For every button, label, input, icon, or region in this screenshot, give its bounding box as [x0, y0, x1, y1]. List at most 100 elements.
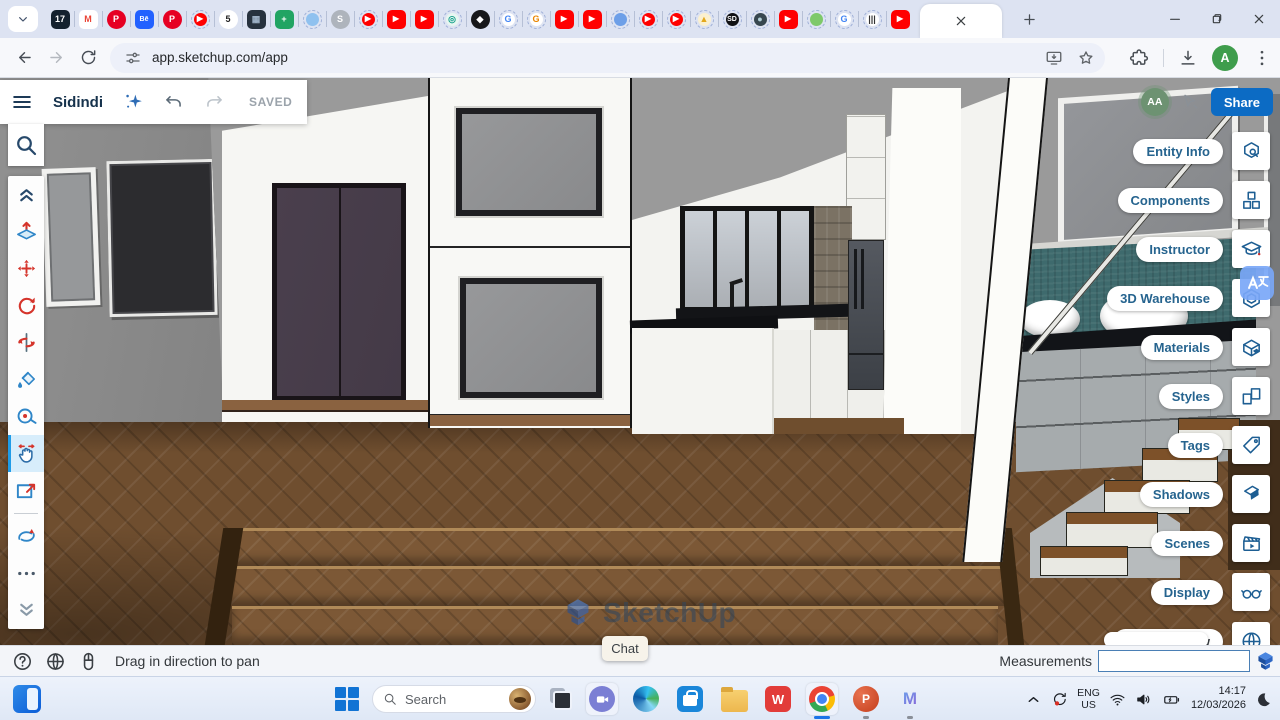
language-indicator[interactable]: ENG US: [1077, 687, 1100, 711]
collapse-toolbar[interactable]: [8, 176, 44, 213]
pinned-tab-tv17[interactable]: 17: [46, 0, 74, 38]
pinned-tab-earth[interactable]: [298, 0, 326, 38]
wifi-icon[interactable]: [1109, 691, 1126, 708]
panel-button-shadows[interactable]: [1232, 475, 1270, 513]
taskbar-m-app[interactable]: M: [894, 683, 926, 715]
panel-button-upgrade[interactable]: [1232, 622, 1270, 645]
taskbar-wps[interactable]: W: [762, 683, 794, 715]
panel-button-components[interactable]: [1232, 181, 1270, 219]
panel-button-styles[interactable]: [1232, 377, 1270, 415]
model-title[interactable]: Sidindi: [53, 94, 103, 111]
pinned-tab-bars-app[interactable]: |||: [858, 0, 886, 38]
chat-button[interactable]: Chat: [602, 636, 648, 661]
pinned-tab-black-app[interactable]: ◆: [466, 0, 494, 38]
move-tool[interactable]: [8, 250, 44, 287]
pinned-tab-youtube[interactable]: ▶: [550, 0, 578, 38]
menu-hamburger-icon[interactable]: [11, 91, 33, 113]
browser-profile-avatar[interactable]: A: [1212, 45, 1238, 71]
taskbar-chat-app[interactable]: [586, 683, 618, 715]
panel-button-materials[interactable]: [1232, 328, 1270, 366]
translate-extension-icon[interactable]: [1240, 266, 1274, 300]
maximize-button[interactable]: [1196, 0, 1238, 38]
pinned-tab-google[interactable]: G: [522, 0, 550, 38]
share-button[interactable]: Share: [1211, 88, 1273, 116]
taskbar-file-explorer[interactable]: [718, 683, 750, 715]
panel-button-display[interactable]: [1232, 573, 1270, 611]
minimize-button[interactable]: [1154, 0, 1196, 38]
pinned-tab-youtube[interactable]: ▶: [410, 0, 438, 38]
active-tab-sketchup[interactable]: [920, 4, 1002, 38]
pinned-tab-youtube[interactable]: ▶: [774, 0, 802, 38]
pinned-tab-sheets[interactable]: +: [270, 0, 298, 38]
search-tool-button[interactable]: [8, 124, 44, 166]
pinned-tab-sphere[interactable]: [606, 0, 634, 38]
tab-search-button[interactable]: [8, 6, 38, 32]
task-view-button[interactable]: [548, 686, 574, 712]
downloads-icon[interactable]: [1178, 48, 1198, 68]
taskbar-powerpoint[interactable]: P: [850, 683, 882, 715]
pinned-tab-youtube[interactable]: ▶: [578, 0, 606, 38]
zoom-window-tool[interactable]: [8, 472, 44, 509]
clock[interactable]: 14:17 12/03/2026: [1191, 685, 1246, 713]
close-window-button[interactable]: [1238, 0, 1280, 38]
flip-tool[interactable]: [8, 324, 44, 361]
push-pull-tool[interactable]: [8, 213, 44, 250]
start-button[interactable]: [334, 686, 360, 712]
pinned-tab-google[interactable]: G: [830, 0, 858, 38]
ai-sparkle-icon[interactable]: [123, 91, 145, 113]
pinned-tab-sd-app[interactable]: SD: [718, 0, 746, 38]
pinned-tab-pinterest[interactable]: P: [158, 0, 186, 38]
pinned-tab-youtube[interactable]: ▶: [886, 0, 914, 38]
pinned-tab-youtube[interactable]: ▶: [354, 0, 382, 38]
address-bar[interactable]: app.sketchup.com/app: [110, 43, 1105, 73]
pinned-tab-circle-green[interactable]: [802, 0, 830, 38]
panel-button-tags[interactable]: [1232, 426, 1270, 464]
install-app-icon[interactable]: [1045, 49, 1063, 67]
pinned-tab-youtube[interactable]: ▶: [662, 0, 690, 38]
user-avatar[interactable]: AA: [1141, 88, 1169, 116]
panel-button-entity-info[interactable]: [1232, 132, 1270, 170]
volume-icon[interactable]: [1135, 691, 1152, 708]
pinned-tab-teal-app[interactable]: ◎: [438, 0, 466, 38]
taskbar-chrome[interactable]: [806, 683, 838, 715]
bookmark-star-icon[interactable]: [1077, 49, 1095, 67]
taskbar-edge[interactable]: [630, 683, 662, 715]
forward-button[interactable]: [40, 42, 72, 74]
sketchup-viewport[interactable]: SketchUp Sidindi SAVED AA Share Entity I…: [0, 78, 1280, 645]
orbit-tool[interactable]: [8, 518, 44, 555]
panel-button-instructor[interactable]: [1232, 230, 1270, 268]
measurements-input[interactable]: [1098, 650, 1250, 672]
panel-button-scenes[interactable]: [1232, 524, 1270, 562]
pinned-tab-profile-dark[interactable]: ●: [746, 0, 774, 38]
pinned-tab-behance[interactable]: Bē: [130, 0, 158, 38]
pinned-tab-google[interactable]: G: [494, 0, 522, 38]
taskbar-store[interactable]: [674, 683, 706, 715]
focus-assist-moon-icon[interactable]: [1255, 691, 1272, 708]
close-tab-icon[interactable]: [953, 13, 969, 29]
hidden-icons-chevron[interactable]: [1025, 691, 1042, 708]
pinned-tab-gmail[interactable]: M: [74, 0, 102, 38]
pinned-tab-globe-grey[interactable]: S: [326, 0, 354, 38]
new-tab-button[interactable]: [1016, 6, 1042, 32]
rotate-tool[interactable]: [8, 287, 44, 324]
extensions-icon[interactable]: [1129, 48, 1149, 68]
globe-icon[interactable]: [45, 651, 66, 672]
undo-button[interactable]: [163, 92, 184, 113]
pinned-tab-pinterest[interactable]: P: [102, 0, 130, 38]
browser-menu-icon[interactable]: [1252, 48, 1272, 68]
pan-tool[interactable]: [8, 435, 44, 472]
widgets-icon[interactable]: [13, 685, 41, 713]
search-daily-image[interactable]: [509, 688, 531, 710]
paint-tool[interactable]: [8, 361, 44, 398]
tape-measure-tool[interactable]: [8, 398, 44, 435]
pinned-tab-youtube[interactable]: ▶: [634, 0, 662, 38]
pinned-tab-app-5[interactable]: 5: [214, 0, 242, 38]
redo-button[interactable]: [204, 92, 225, 113]
pinned-tab-youtube[interactable]: ▶: [382, 0, 410, 38]
more-tools[interactable]: [8, 555, 44, 592]
battery-icon[interactable]: [1161, 691, 1182, 708]
url-text[interactable]: app.sketchup.com/app: [152, 50, 1031, 65]
help-icon[interactable]: [12, 651, 33, 672]
site-settings-icon[interactable]: [124, 49, 142, 67]
sync-recording-icon[interactable]: [1051, 691, 1068, 708]
